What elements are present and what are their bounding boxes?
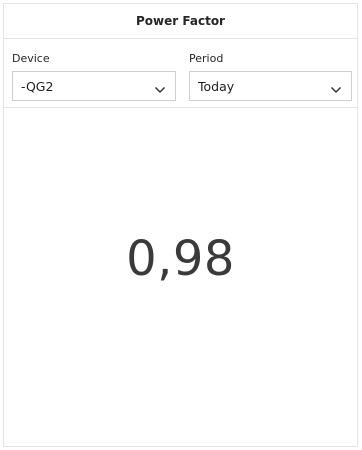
period-label: Period [189, 52, 224, 65]
metric-display: 0,98 [4, 107, 357, 446]
chevron-down-icon [330, 82, 342, 94]
device-label: Device [12, 52, 50, 65]
device-selected-value: -QG2 [21, 78, 54, 94]
power-factor-widget: Power Factor Device -QG2 Period Today 0,… [3, 3, 358, 447]
device-select[interactable]: -QG2 [12, 71, 176, 101]
device-filter: Device -QG2 [12, 52, 176, 101]
widget-title: Power Factor [4, 4, 357, 39]
chevron-down-icon [154, 82, 166, 94]
period-filter: Period Today [189, 52, 352, 101]
power-factor-value: 0,98 [126, 230, 235, 287]
period-selected-value: Today [198, 78, 235, 94]
filter-bar: Device -QG2 Period Today [4, 39, 357, 108]
period-select[interactable]: Today [189, 71, 352, 101]
